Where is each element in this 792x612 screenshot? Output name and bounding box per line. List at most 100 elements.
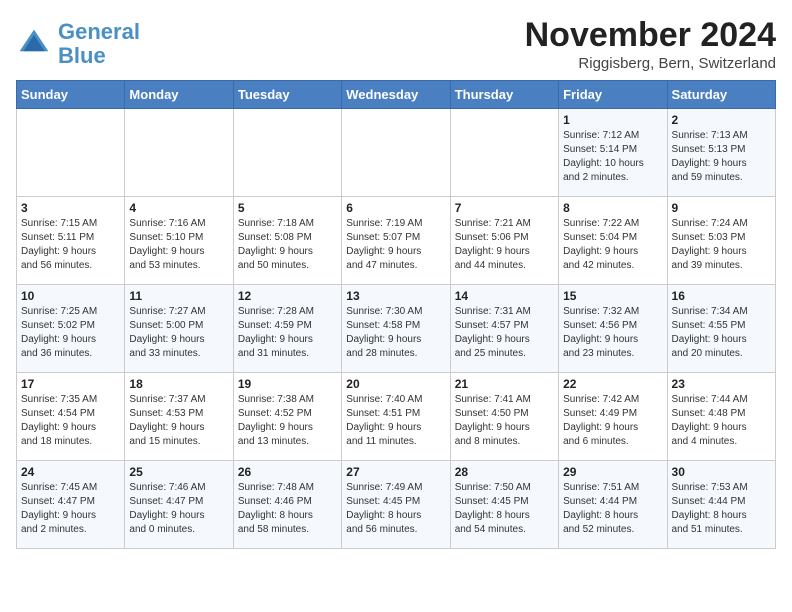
calendar-cell: 11Sunrise: 7:27 AM Sunset: 5:00 PM Dayli… [125, 285, 233, 373]
day-number: 14 [455, 289, 554, 303]
calendar-cell: 10Sunrise: 7:25 AM Sunset: 5:02 PM Dayli… [17, 285, 125, 373]
cell-info: Sunrise: 7:28 AM Sunset: 4:59 PM Dayligh… [238, 305, 337, 361]
calendar-cell: 16 Sunrise: 7:34 AM Sunset: 4:55 PM Dayli… [667, 285, 775, 373]
cell-info: Sunrise: 7:51 AM Sunset: 4:44 PM Dayligh… [563, 481, 662, 537]
calendar-cell: 8 Sunrise: 7:22 AM Sunset: 5:04 PM Daylig… [559, 197, 667, 285]
day-number: 23 [672, 377, 771, 391]
calendar-cell: 17 Sunrise: 7:35 AM Sunset: 4:54 PM Dayli… [17, 373, 125, 461]
day-number: 8 [563, 201, 662, 215]
day-number: 27 [346, 465, 445, 479]
day-number: 4 [129, 201, 228, 215]
cell-info: Sunrise: 7:21 AM Sunset: 5:06 PM Dayligh… [455, 217, 554, 273]
day-header-monday: Monday [125, 81, 233, 109]
cell-info: Sunrise: 7:31 AM Sunset: 4:57 PM Dayligh… [455, 305, 554, 361]
week-row-4: 17 Sunrise: 7:35 AM Sunset: 4:54 PM Dayli… [17, 373, 776, 461]
cell-info: Sunrise: 7:35 AM Sunset: 4:54 PM Dayligh… [21, 393, 120, 449]
logo: General Blue [16, 20, 140, 68]
day-number: 20 [346, 377, 445, 391]
week-row-5: 24Sunrise: 7:45 AM Sunset: 4:47 PM Dayli… [17, 461, 776, 549]
calendar-cell: 30 Sunrise: 7:53 AM Sunset: 4:44 PM Dayli… [667, 461, 775, 549]
cell-info: Sunrise: 7:30 AM Sunset: 4:58 PM Dayligh… [346, 305, 445, 361]
day-number: 21 [455, 377, 554, 391]
calendar-cell: 22 Sunrise: 7:42 AM Sunset: 4:49 PM Dayli… [559, 373, 667, 461]
day-number: 22 [563, 377, 662, 391]
cell-info: Sunrise: 7:12 AM Sunset: 5:14 PM Dayligh… [563, 129, 662, 185]
calendar-cell: 12 Sunrise: 7:28 AM Sunset: 4:59 PM Dayli… [233, 285, 341, 373]
logo-text: General Blue [58, 20, 140, 68]
calendar-cell: 26Sunrise: 7:48 AM Sunset: 4:46 PM Dayli… [233, 461, 341, 549]
month-title: November 2024 [525, 16, 776, 55]
cell-info: Sunrise: 7:34 AM Sunset: 4:55 PM Dayligh… [672, 305, 771, 361]
day-number: 9 [672, 201, 771, 215]
cell-info: Sunrise: 7:50 AM Sunset: 4:45 PM Dayligh… [455, 481, 554, 537]
calendar-cell: 3 Sunrise: 7:15 AM Sunset: 5:11 PM Daylig… [17, 197, 125, 285]
cell-info: Sunrise: 7:32 AM Sunset: 4:56 PM Dayligh… [563, 305, 662, 361]
cell-info: Sunrise: 7:38 AM Sunset: 4:52 PM Dayligh… [238, 393, 337, 449]
calendar-cell: 20 Sunrise: 7:40 AM Sunset: 4:51 PM Dayli… [342, 373, 450, 461]
cell-info: Sunrise: 7:37 AM Sunset: 4:53 PM Dayligh… [129, 393, 228, 449]
calendar-cell: 27 Sunrise: 7:49 AM Sunset: 4:45 PM Dayli… [342, 461, 450, 549]
day-number: 13 [346, 289, 445, 303]
day-number: 16 [672, 289, 771, 303]
cell-info: Sunrise: 7:44 AM Sunset: 4:48 PM Dayligh… [672, 393, 771, 449]
day-number: 3 [21, 201, 120, 215]
day-header-wednesday: Wednesday [342, 81, 450, 109]
calendar-cell [233, 109, 341, 197]
calendar-cell: 19 Sunrise: 7:38 AM Sunset: 4:52 PM Dayli… [233, 373, 341, 461]
calendar-cell: 25 Sunrise: 7:46 AM Sunset: 4:47 PM Dayli… [125, 461, 233, 549]
cell-info: Sunrise: 7:22 AM Sunset: 5:04 PM Dayligh… [563, 217, 662, 273]
day-number: 17 [21, 377, 120, 391]
cell-info: Sunrise: 7:25 AM Sunset: 5:02 PM Dayligh… [21, 305, 120, 361]
calendar-cell: 18 Sunrise: 7:37 AM Sunset: 4:53 PM Dayli… [125, 373, 233, 461]
cell-info: Sunrise: 7:27 AM Sunset: 5:00 PM Dayligh… [129, 305, 228, 361]
calendar-cell: 15 Sunrise: 7:32 AM Sunset: 4:56 PM Dayli… [559, 285, 667, 373]
cell-info: Sunrise: 7:46 AM Sunset: 4:47 PM Dayligh… [129, 481, 228, 537]
calendar-cell [450, 109, 558, 197]
calendar-cell: 24Sunrise: 7:45 AM Sunset: 4:47 PM Dayli… [17, 461, 125, 549]
calendar-cell: 2 Sunrise: 7:13 AM Sunset: 5:13 PM Daylig… [667, 109, 775, 197]
cell-info: Sunrise: 7:45 AM Sunset: 4:47 PM Dayligh… [21, 481, 120, 537]
day-header-sunday: Sunday [17, 81, 125, 109]
logo-line2: Blue [58, 43, 106, 68]
day-number: 15 [563, 289, 662, 303]
day-header-friday: Friday [559, 81, 667, 109]
cell-info: Sunrise: 7:42 AM Sunset: 4:49 PM Dayligh… [563, 393, 662, 449]
day-number: 30 [672, 465, 771, 479]
day-number: 18 [129, 377, 228, 391]
cell-info: Sunrise: 7:15 AM Sunset: 5:11 PM Dayligh… [21, 217, 120, 273]
calendar-cell: 1 Sunrise: 7:12 AM Sunset: 5:14 PM Daylig… [559, 109, 667, 197]
calendar-cell: 29 Sunrise: 7:51 AM Sunset: 4:44 PM Dayli… [559, 461, 667, 549]
day-number: 29 [563, 465, 662, 479]
day-header-saturday: Saturday [667, 81, 775, 109]
cell-info: Sunrise: 7:18 AM Sunset: 5:08 PM Dayligh… [238, 217, 337, 273]
day-number: 25 [129, 465, 228, 479]
day-number: 19 [238, 377, 337, 391]
week-row-2: 3 Sunrise: 7:15 AM Sunset: 5:11 PM Daylig… [17, 197, 776, 285]
day-header-thursday: Thursday [450, 81, 558, 109]
calendar-cell: 9Sunrise: 7:24 AM Sunset: 5:03 PM Daylig… [667, 197, 775, 285]
day-number: 28 [455, 465, 554, 479]
week-row-3: 10Sunrise: 7:25 AM Sunset: 5:02 PM Dayli… [17, 285, 776, 373]
page-header: General Blue November 2024 Riggisberg, B… [16, 16, 776, 72]
day-number: 6 [346, 201, 445, 215]
cell-info: Sunrise: 7:13 AM Sunset: 5:13 PM Dayligh… [672, 129, 771, 185]
calendar-cell [17, 109, 125, 197]
day-number: 2 [672, 113, 771, 127]
logo-icon [16, 26, 52, 62]
calendar-cell: 4Sunrise: 7:16 AM Sunset: 5:10 PM Daylig… [125, 197, 233, 285]
day-number: 5 [238, 201, 337, 215]
calendar-cell: 7Sunrise: 7:21 AM Sunset: 5:06 PM Daylig… [450, 197, 558, 285]
day-header-tuesday: Tuesday [233, 81, 341, 109]
cell-info: Sunrise: 7:49 AM Sunset: 4:45 PM Dayligh… [346, 481, 445, 537]
calendar-cell: 13 Sunrise: 7:30 AM Sunset: 4:58 PM Dayli… [342, 285, 450, 373]
day-number: 12 [238, 289, 337, 303]
cell-info: Sunrise: 7:40 AM Sunset: 4:51 PM Dayligh… [346, 393, 445, 449]
cell-info: Sunrise: 7:41 AM Sunset: 4:50 PM Dayligh… [455, 393, 554, 449]
calendar-table: SundayMondayTuesdayWednesdayThursdayFrid… [16, 80, 776, 549]
calendar-cell: 28 Sunrise: 7:50 AM Sunset: 4:45 PM Dayli… [450, 461, 558, 549]
logo-line1: General [58, 19, 140, 44]
cell-info: Sunrise: 7:53 AM Sunset: 4:44 PM Dayligh… [672, 481, 771, 537]
day-number: 1 [563, 113, 662, 127]
header-row: SundayMondayTuesdayWednesdayThursdayFrid… [17, 81, 776, 109]
calendar-cell [342, 109, 450, 197]
